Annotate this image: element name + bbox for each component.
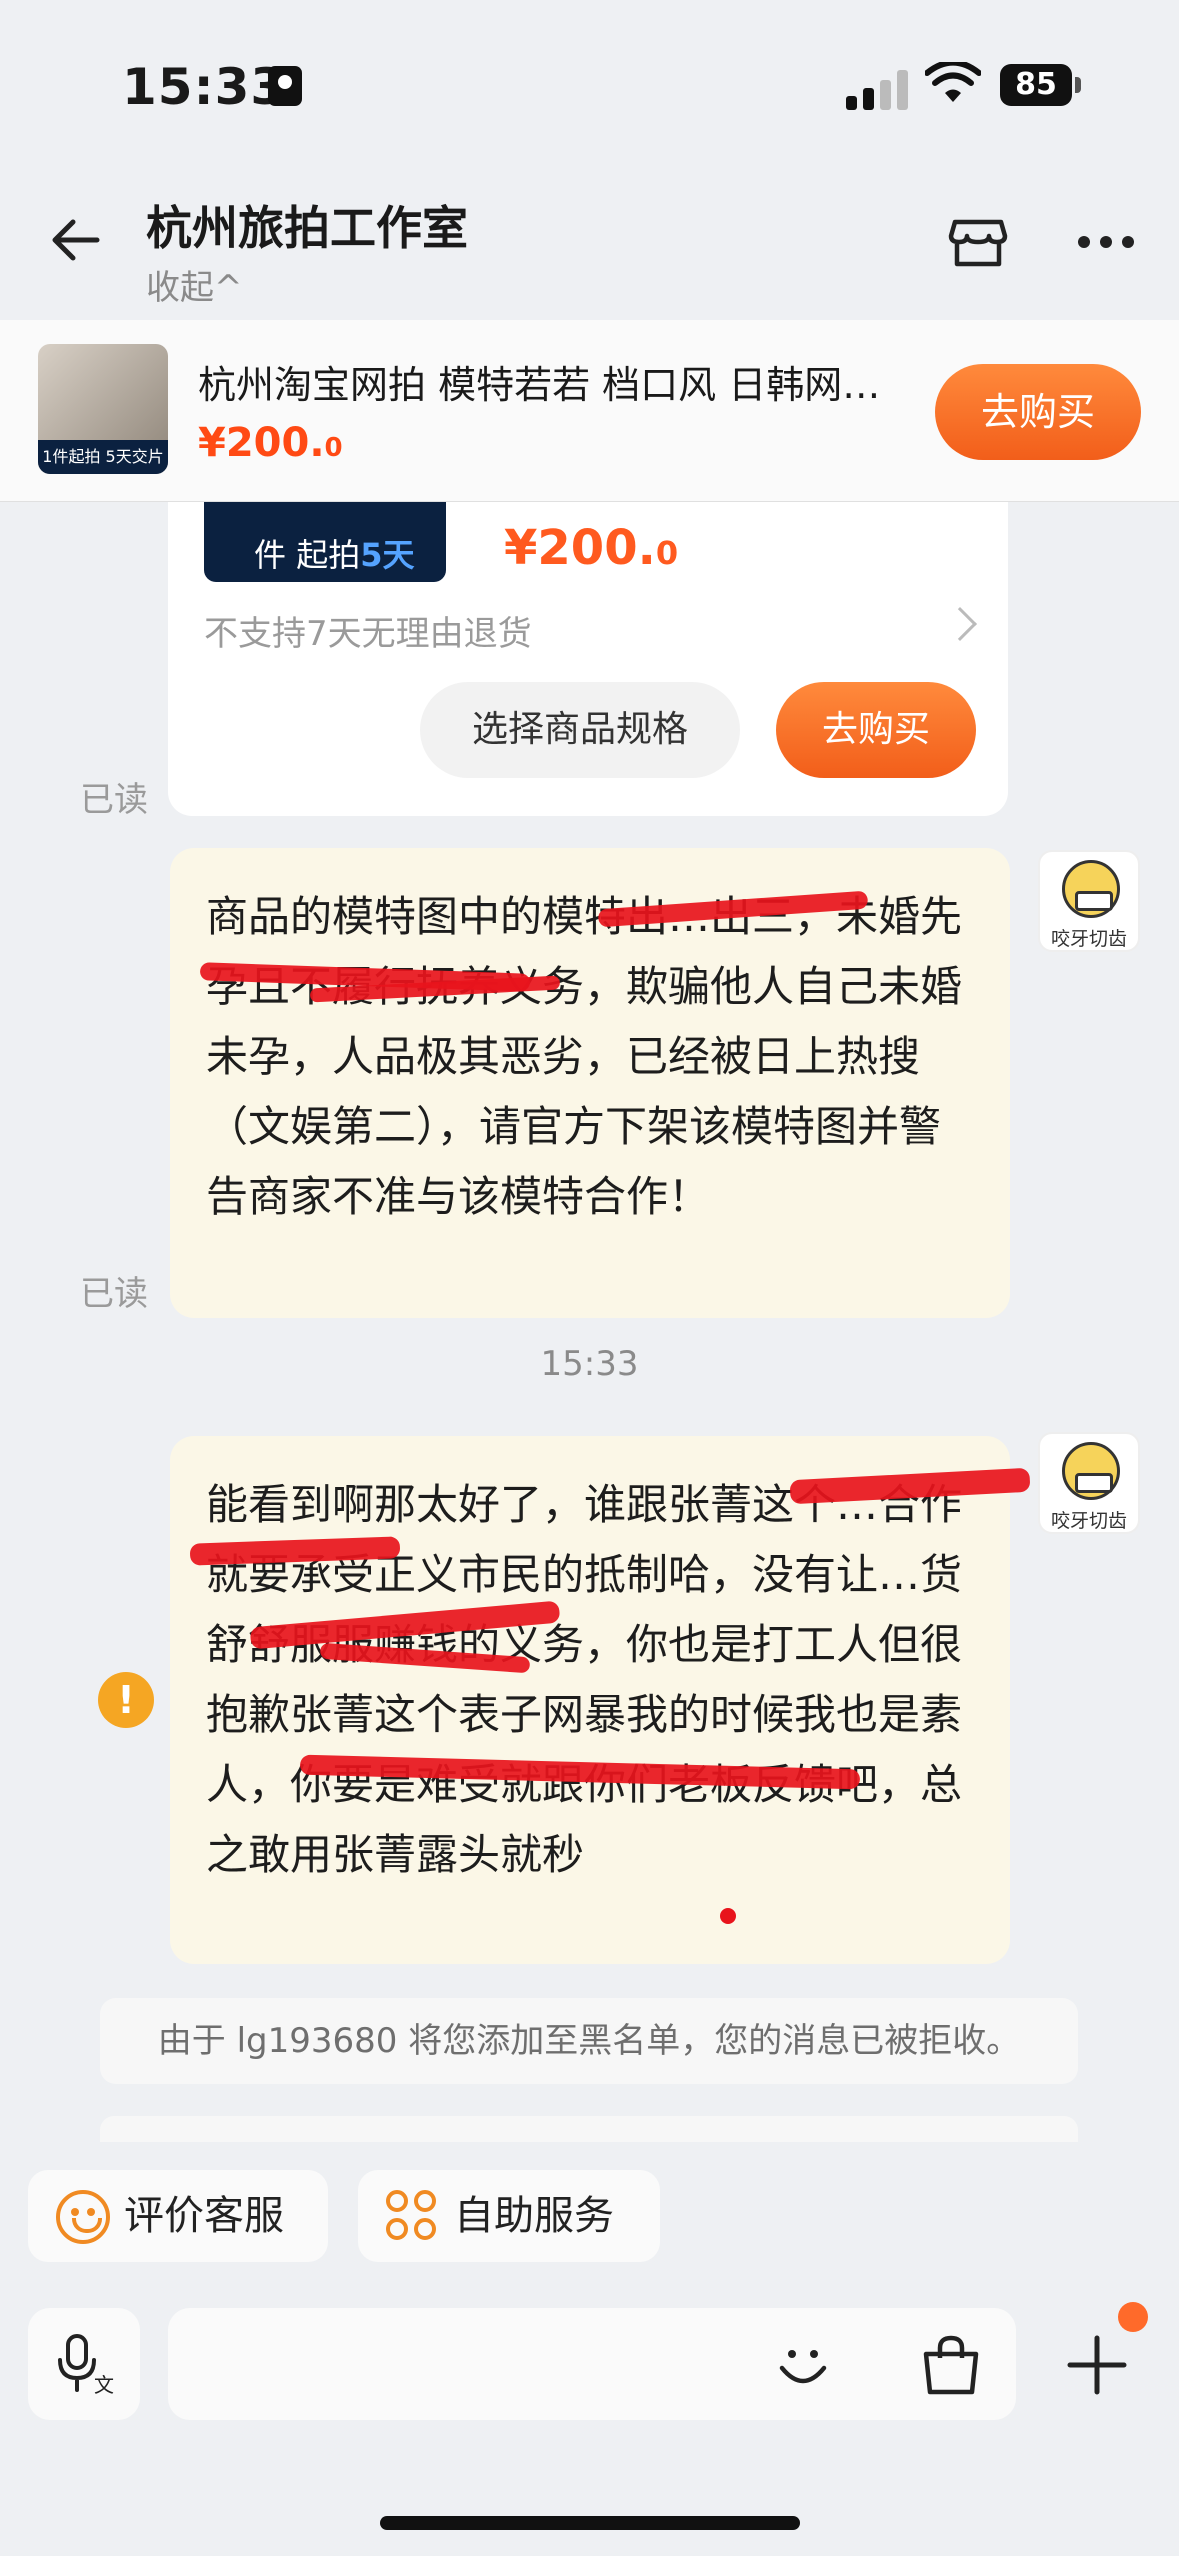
- shop-title: 杭州旅拍工作室: [146, 201, 468, 255]
- user-avatar[interactable]: 咬牙切齿: [1038, 1432, 1140, 1534]
- product-name[interactable]: 杭州淘宝网拍 模特若若 档口风 日韩网…: [198, 354, 928, 409]
- emoji-icon[interactable]: [770, 2332, 836, 2398]
- card-thumbnail[interactable]: 件 起拍5天交片: [204, 502, 446, 620]
- nav-bar: 杭州旅拍工作室 收起^: [0, 170, 1179, 320]
- product-card[interactable]: 件 起拍5天交片 ¥200.0 不支持7天无理由退货 选择商品规格 去购买: [168, 502, 1008, 816]
- svg-text:文: 文: [94, 2373, 114, 2396]
- blacklist-notice: 由于 lg193680 将您添加至黑名单，您的消息已被拒收。: [100, 1998, 1078, 2084]
- product-price: ¥200.0: [198, 420, 343, 466]
- read-receipt: 已读: [80, 1274, 148, 1314]
- pinned-product-bar[interactable]: 1件起拍 5天交片 杭州淘宝网拍 模特若若 档口风 日韩网… ¥200.0 去购…: [0, 320, 1179, 502]
- card-price: ¥200.0: [504, 520, 679, 576]
- lock-icon: [268, 66, 302, 106]
- collapse-toggle[interactable]: 收起^: [146, 260, 243, 309]
- thumbnail-tag: 1件起拍 5天交片: [38, 440, 168, 474]
- chat-bubble[interactable]: 商品的模特图中的模特出…出三，未婚先孕且不履行抚养义务，欺骗他人自己未婚未孕，人…: [170, 848, 1010, 1318]
- user-avatar[interactable]: 咬牙切齿: [1038, 850, 1140, 952]
- card-buy-button[interactable]: 去购买: [776, 682, 976, 778]
- chevron-right-icon[interactable]: [943, 607, 977, 641]
- chat-bubble[interactable]: 能看到啊那太好了，谁跟张菁这个…合作就要承受正义市民的抵制哈，没有让…货舒舒服服…: [170, 1436, 1010, 1964]
- back-arrow-icon[interactable]: [45, 210, 105, 270]
- signal-icon: [846, 70, 910, 110]
- read-receipt: 已读: [80, 780, 148, 820]
- rate-service-button[interactable]: 评价客服: [28, 2170, 328, 2262]
- price-integer: ¥200.: [198, 420, 325, 466]
- avatar-caption: 咬牙切齿: [1050, 1510, 1127, 1532]
- grimace-emoji-icon: [1062, 860, 1120, 918]
- service-grid-icon: [386, 2190, 440, 2244]
- microphone-icon: 文: [58, 2334, 114, 2396]
- self-service-label: 自助服务: [454, 2193, 614, 2239]
- shopping-bag-icon[interactable]: [918, 2332, 984, 2398]
- partial-message: [100, 2116, 1078, 2142]
- smile-icon: [56, 2190, 110, 2244]
- home-indicator[interactable]: [380, 2516, 800, 2530]
- input-bar: 文: [0, 2290, 1179, 2556]
- wifi-icon: [925, 62, 981, 102]
- return-policy-note[interactable]: 不支持7天无理由退货: [204, 606, 532, 655]
- more-options-icon[interactable]: [1076, 230, 1138, 254]
- product-thumbnail[interactable]: 1件起拍 5天交片: [38, 344, 168, 474]
- self-service-button[interactable]: 自助服务: [358, 2170, 660, 2262]
- rate-service-label: 评价客服: [124, 2193, 284, 2239]
- notification-badge: [1118, 2302, 1148, 2332]
- battery-indicator: 85: [1000, 64, 1072, 106]
- price-decimal: 0: [324, 433, 343, 463]
- status-bar: 15:33 85: [0, 0, 1179, 170]
- voice-input-button[interactable]: 文: [28, 2308, 140, 2420]
- buy-button[interactable]: 去购买: [935, 364, 1141, 460]
- plus-icon[interactable]: [1064, 2332, 1130, 2398]
- battery-cap: [1075, 77, 1081, 93]
- red-dot-mark: [720, 1908, 736, 1924]
- status-time: 15:33: [122, 58, 287, 116]
- select-spec-button[interactable]: 选择商品规格: [420, 682, 740, 778]
- grimace-emoji-icon: [1062, 1442, 1120, 1500]
- message-timestamp: 15:33: [540, 1344, 639, 1384]
- message-input[interactable]: [168, 2308, 1016, 2420]
- avatar-caption: 咬牙切齿: [1050, 928, 1127, 950]
- send-failed-icon[interactable]: !: [98, 1672, 154, 1728]
- store-icon[interactable]: [945, 208, 1011, 274]
